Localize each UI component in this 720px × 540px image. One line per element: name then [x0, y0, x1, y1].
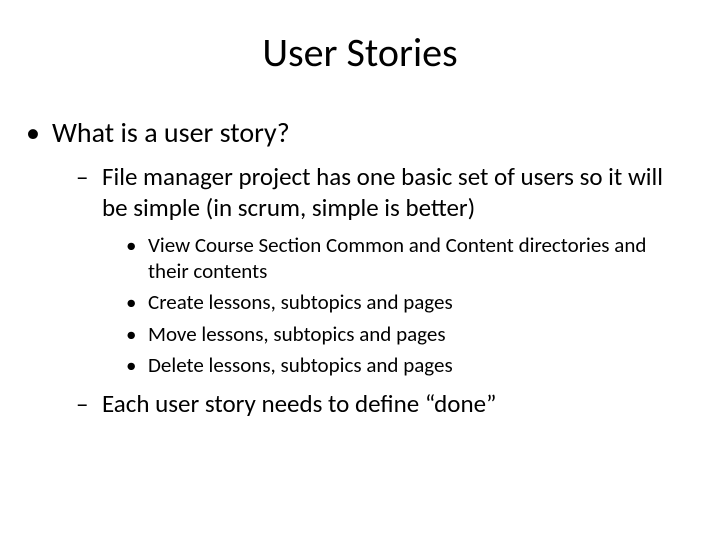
bullet-level1: What is a user story? — [0, 115, 720, 150]
slide-title: User Stories — [0, 28, 720, 77]
bullet-level3: Create lessons, subtopics and pages — [0, 290, 720, 316]
bullet-level2: Each user story needs to define “done” — [0, 389, 720, 420]
bullet-level2: File manager project has one basic set o… — [0, 162, 720, 223]
bullet-level3: View Course Section Common and Content d… — [0, 233, 720, 284]
bullet-level3: Delete lessons, subtopics and pages — [0, 353, 720, 379]
slide: User Stories What is a user story? File … — [0, 0, 720, 540]
bullet-level3: Move lessons, subtopics and pages — [0, 322, 720, 348]
